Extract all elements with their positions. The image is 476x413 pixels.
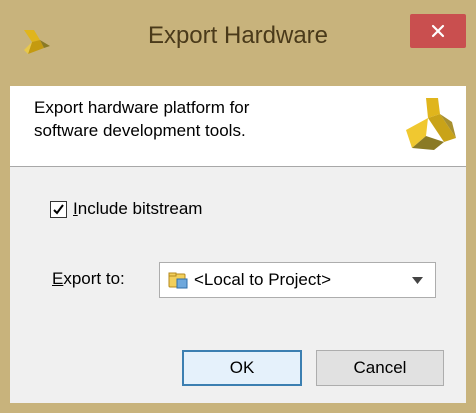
folder-icon [168,272,188,289]
include-bitstream-checkbox[interactable] [50,200,67,218]
checkmark-icon [53,203,64,215]
export-to-value: <Local to Project> [194,270,332,289]
close-button[interactable] [410,14,466,48]
cancel-button[interactable]: Cancel [316,350,444,386]
include-bitstream-label: Include bitstream [73,199,203,218]
export-hardware-dialog: Export Hardware Export hardware platform… [0,0,476,413]
header-description: Export hardware platform for software de… [34,98,250,140]
chevron-down-icon[interactable] [412,277,423,284]
title-bar[interactable]: Export Hardware [0,0,476,86]
include-bitstream-option[interactable]: Include bitstream [50,198,202,220]
close-icon [431,24,445,38]
export-to-label: Export to: [52,269,125,288]
xilinx-logo-icon [406,98,456,150]
export-to-dropdown[interactable]: <Local to Project> [159,262,436,298]
header-panel: Export hardware platform for software de… [10,86,466,167]
ok-button[interactable]: OK [182,350,302,386]
window-title: Export Hardware [147,22,329,49]
dialog-body: Export hardware platform for software de… [10,86,466,403]
